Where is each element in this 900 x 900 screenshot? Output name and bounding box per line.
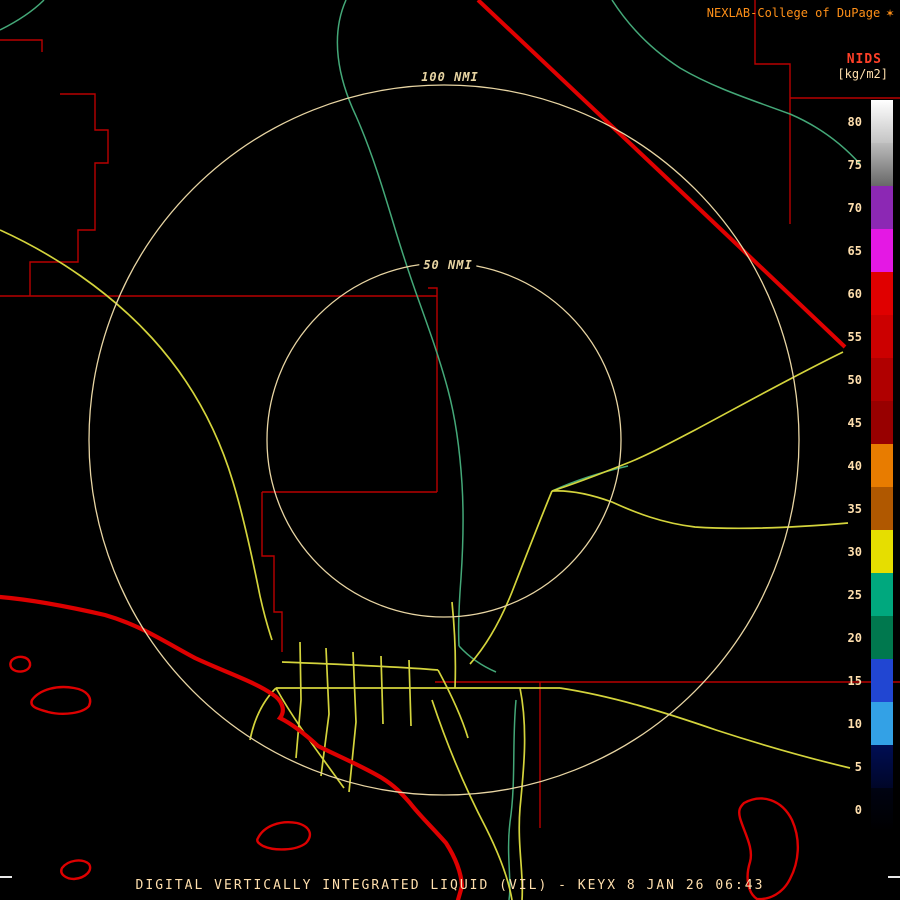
scale-label: 40 (848, 459, 862, 473)
county-line (428, 288, 437, 492)
highway (0, 230, 272, 640)
island (61, 861, 90, 879)
scale-segment (871, 745, 893, 788)
scale-segment (871, 702, 893, 745)
highway (296, 642, 301, 758)
radar-map (0, 0, 900, 900)
highway (282, 662, 438, 670)
scale-segment (871, 143, 893, 186)
units-label: [kg/m2] (837, 67, 888, 81)
county-lines (0, 0, 900, 828)
scale-segment (871, 358, 893, 401)
scale-label: 60 (848, 287, 862, 301)
network-label: NIDS (847, 52, 882, 67)
scale-segment (871, 788, 893, 831)
scale-segment (871, 186, 893, 229)
scale-segment (871, 100, 893, 143)
color-scale-bar (871, 100, 893, 831)
product-title: DIGITAL VERTICALLY INTEGRATED LIQUID (VI… (0, 878, 900, 893)
county-line (262, 492, 282, 652)
range-label-100nmi: 100 NMI (417, 70, 483, 84)
highway (519, 688, 524, 900)
range-ring-50nmi (267, 263, 621, 617)
scale-label: 70 (848, 201, 862, 215)
rivers (0, 0, 860, 900)
river (0, 0, 44, 30)
scale-label: 65 (848, 244, 862, 258)
river (509, 700, 516, 900)
highway (470, 491, 552, 664)
highway (349, 652, 356, 792)
river (337, 0, 463, 646)
island (257, 822, 310, 849)
scale-segment (871, 229, 893, 272)
nexlab-logo-icon: ✶ (886, 7, 894, 20)
scale-label: 15 (848, 674, 862, 688)
scale-label: 35 (848, 502, 862, 516)
scale-label: 30 (848, 545, 862, 559)
highway (432, 700, 512, 900)
county-line (0, 40, 42, 52)
scale-label: 25 (848, 588, 862, 602)
scale-segment (871, 272, 893, 315)
scale-segment (871, 530, 893, 573)
scale-segment (871, 315, 893, 358)
scale-label: 80 (848, 115, 862, 129)
highway (452, 602, 455, 688)
highway (560, 688, 850, 768)
scale-label: 0 (855, 803, 862, 817)
scale-segment (871, 573, 893, 616)
island (10, 657, 30, 672)
highways (0, 230, 850, 900)
radar-display: 100 NMI 50 NMI NEXLAB-College of DuPage … (0, 0, 900, 900)
county-line (30, 94, 108, 296)
highway (552, 491, 848, 529)
scale-segment (871, 401, 893, 444)
scale-label: 10 (848, 717, 862, 731)
highway (552, 352, 843, 491)
river (459, 646, 496, 672)
coastline (0, 597, 462, 900)
scale-label: 50 (848, 373, 862, 387)
range-label-50nmi: 50 NMI (419, 258, 476, 272)
scale-segment (871, 487, 893, 530)
scale-label: 55 (848, 330, 862, 344)
island (31, 687, 90, 714)
scale-label: 45 (848, 416, 862, 430)
source-credit: NEXLAB-College of DuPage (707, 6, 880, 20)
header: NEXLAB-College of DuPage ✶ (707, 6, 894, 20)
scale-segment (871, 616, 893, 659)
scale-segment (871, 659, 893, 702)
scale-label: 20 (848, 631, 862, 645)
coastline-group (0, 597, 798, 900)
highway (409, 660, 411, 726)
scale-segment (871, 444, 893, 487)
scale-label: 5 (855, 760, 862, 774)
scale-label: 75 (848, 158, 862, 172)
river (612, 0, 860, 164)
